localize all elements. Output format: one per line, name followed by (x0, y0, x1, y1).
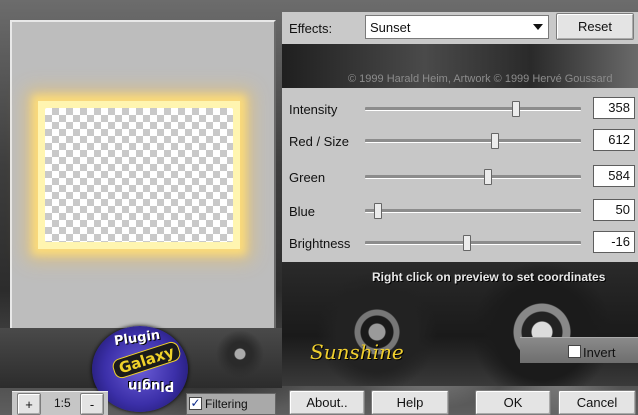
effects-select[interactable]: Sunset (365, 15, 549, 39)
zoom-out-button[interactable]: - (80, 393, 104, 415)
slider-label: Red / Size (289, 134, 349, 149)
sunshine-wordmark: Sunshine (310, 340, 404, 364)
slider-thumb[interactable] (484, 169, 493, 185)
slider-thumb[interactable] (512, 101, 521, 117)
slider-thumb[interactable] (462, 235, 471, 251)
preview-hint-text: Right click on preview to set coordinate… (372, 270, 606, 284)
copyright-text: © 1999 Harald Heim, Artwork © 1999 Hervé… (348, 73, 613, 85)
slider-track[interactable] (365, 235, 581, 251)
slider-label: Intensity (289, 102, 338, 117)
slider-thumb[interactable] (373, 203, 382, 219)
effects-select-value: Sunset (370, 19, 411, 35)
slider-brightness: Brightness -16 (282, 230, 638, 260)
slider-blue: Blue 50 (282, 198, 638, 228)
invert-checkbox[interactable] (568, 345, 581, 358)
slider-label: Green (289, 170, 326, 185)
slider-red-size: Red / Size 612 (282, 128, 638, 158)
zoom-level: 1:5 (54, 396, 71, 410)
logo-text-bottom: Plugin (128, 378, 175, 393)
slider-thumb[interactable] (490, 133, 499, 149)
slider-track[interactable] (365, 101, 581, 117)
slider-track[interactable] (365, 133, 581, 149)
slider-panel: Intensity 358 Red / Size 612 Green 584 B… (282, 88, 638, 262)
transparency-checkerboard (45, 108, 233, 242)
slider-label: Brightness (289, 236, 351, 251)
slider-track[interactable] (365, 203, 581, 219)
effects-label: Effects: (289, 21, 333, 36)
zoom-in-button[interactable]: + (17, 393, 41, 415)
slider-value-field[interactable]: -16 (593, 231, 635, 253)
invert-label: Invert (583, 345, 616, 360)
help-button[interactable]: Help (371, 390, 449, 415)
chevron-down-icon[interactable] (533, 24, 543, 30)
slider-track[interactable] (365, 169, 581, 185)
slider-value-field[interactable]: 358 (593, 97, 635, 119)
filtering-label: Filtering (205, 397, 248, 411)
cancel-button[interactable]: Cancel (558, 390, 636, 415)
ok-button[interactable]: OK (475, 390, 551, 415)
about-button[interactable]: About.. (289, 390, 365, 415)
preview-image[interactable] (38, 101, 240, 249)
slider-label: Blue (289, 204, 316, 219)
invert-toggle[interactable]: Invert (520, 337, 638, 363)
slider-value-field[interactable]: 612 (593, 129, 635, 151)
slider-green: Green 584 (282, 164, 638, 194)
slider-intensity: Intensity 358 (282, 96, 638, 126)
filtering-checkbox[interactable]: ✓ (189, 397, 202, 410)
slider-value-field[interactable]: 584 (593, 165, 635, 187)
slider-value-field[interactable]: 50 (593, 199, 635, 221)
reset-button[interactable]: Reset (556, 13, 634, 40)
preview-panel[interactable] (10, 20, 276, 330)
